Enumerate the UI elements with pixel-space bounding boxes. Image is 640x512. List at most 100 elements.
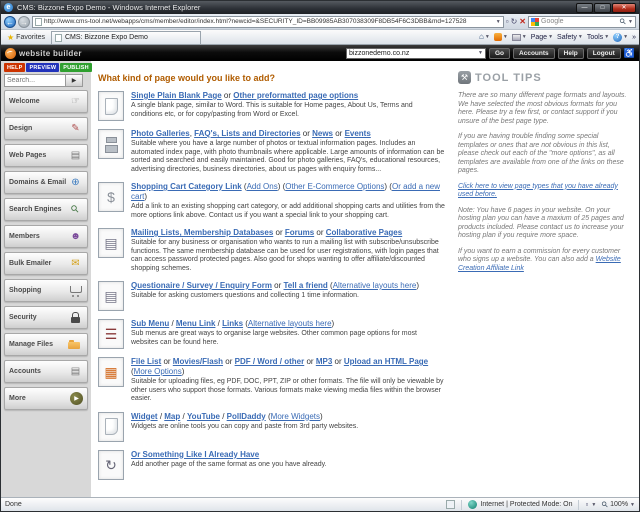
accounts-button[interactable]: Accounts: [513, 48, 555, 59]
zoom-control[interactable]: ⚲ 100% ▼: [602, 500, 635, 509]
favorites-button[interactable]: ★ Favorites: [4, 33, 48, 42]
close-button[interactable]: ✕: [612, 3, 636, 13]
publish-button[interactable]: PUBLISH: [60, 63, 92, 72]
file-grid-icon[interactable]: ▦: [98, 357, 124, 387]
page-option-link[interactable]: Other E-Commerce Options: [285, 182, 384, 191]
url-dropdown-icon[interactable]: ▼: [496, 19, 501, 25]
sidebar-item-manage-files[interactable]: Manage Files: [4, 333, 88, 356]
page-option-link[interactable]: Menu Link: [176, 319, 216, 328]
page-option-body: Mailing Lists, Membership Databases or F…: [131, 228, 446, 273]
page-option-body: File List or Movies/Flash or PDF / Word …: [131, 357, 446, 404]
mailing-papers-icon[interactable]: ▤: [98, 228, 124, 258]
page-option-link[interactable]: Alternative layouts here: [333, 281, 417, 290]
url-field[interactable]: http://www.cms-tool.net/webapps/cms/memb…: [32, 16, 504, 28]
page-option-link[interactable]: News: [312, 129, 333, 138]
blank-page-icon[interactable]: [98, 412, 124, 442]
page-option-link[interactable]: MP3: [316, 357, 332, 366]
tool-tips-icon: ⚒: [458, 71, 471, 84]
sidebar-item-accounts[interactable]: Accounts▤: [4, 360, 88, 383]
refresh-icon[interactable]: ↻: [511, 18, 518, 26]
page-option-link[interactable]: Events: [345, 129, 371, 138]
browser-tab[interactable]: CMS: Bizzone Expo Demo: [51, 31, 201, 44]
page-option-link[interactable]: YouTube: [187, 412, 220, 421]
stop-icon[interactable]: ✕: [519, 18, 526, 26]
page-option-link[interactable]: Add Ons: [247, 182, 278, 191]
page-option-link[interactable]: More Widgets: [271, 412, 320, 421]
search-box[interactable]: Google ⚲ ▼: [528, 16, 636, 28]
page-option: Single Plain Blank Page or Other preform…: [98, 91, 446, 121]
used-page-types-link[interactable]: Click here to view page types that you h…: [458, 183, 618, 199]
page-option-link[interactable]: More Options: [134, 367, 182, 376]
accessibility-icon[interactable]: ♿: [624, 49, 635, 58]
feeds-button[interactable]: ▼: [494, 33, 508, 41]
submenu-icon[interactable]: ☰: [98, 319, 124, 349]
page-option-body: Single Plain Blank Page or Other preform…: [131, 91, 446, 121]
photo-thumbnails-icon[interactable]: [98, 129, 124, 159]
compatibility-view-icon[interactable]: ▫: [506, 18, 509, 26]
forward-button[interactable]: →: [18, 16, 30, 28]
tools-menu[interactable]: Tools▼: [587, 34, 609, 41]
sidebar-item-domains-email[interactable]: Domains & Email⊕: [4, 171, 88, 194]
back-button[interactable]: ←: [4, 16, 16, 28]
search-icon[interactable]: ⚲: [618, 16, 629, 27]
sidebar-item-design[interactable]: Design✎: [4, 117, 88, 140]
dollar-icon[interactable]: $: [98, 182, 124, 212]
page-option-link[interactable]: File List: [131, 357, 161, 366]
safety-menu[interactable]: Safety▼: [557, 34, 583, 41]
page-option-link[interactable]: Alternative layouts here: [248, 319, 332, 328]
go-button[interactable]: Go: [489, 48, 510, 59]
blank-page-icon[interactable]: [98, 91, 124, 121]
page-option-link[interactable]: Collaborative Pages: [326, 228, 402, 237]
page-option-link[interactable]: Tell a friend: [284, 281, 328, 290]
page-option-body: Shopping Cart Category Link (Add Ons) (O…: [131, 182, 446, 220]
sidebar-item-members[interactable]: Members☻: [4, 225, 88, 248]
page-option-link[interactable]: Forums: [285, 228, 314, 237]
preview-button[interactable]: PREVIEW: [26, 63, 59, 72]
home-button[interactable]: ⌂▼: [479, 33, 490, 41]
page-option-link[interactable]: Links: [222, 319, 243, 328]
help-button[interactable]: Help: [558, 48, 584, 59]
page-option-link[interactable]: Shopping Cart Category Link: [131, 182, 242, 191]
page-option-title: File List or Movies/Flash or PDF / Word …: [131, 357, 446, 377]
sidebar-item-security[interactable]: Security: [4, 306, 88, 329]
page-option-desc: Add another page of the same format as o…: [131, 461, 446, 470]
search-go-button[interactable]: ▶: [66, 74, 83, 87]
page-option-link[interactable]: Movies/Flash: [173, 357, 223, 366]
minimize-button[interactable]: —: [576, 3, 593, 13]
page-option-link[interactable]: PDF / Word / other: [235, 357, 305, 366]
compatibility-status[interactable]: ▫▼: [585, 501, 596, 509]
page-option-link[interactable]: Other preformatted page options: [233, 91, 358, 100]
help-button[interactable]: HELP: [4, 63, 25, 72]
page-option-link[interactable]: Single Plain Blank Page: [131, 91, 222, 100]
sidebar-item-web-pages[interactable]: Web Pages▤: [4, 144, 88, 167]
help-menu[interactable]: ?▼: [613, 33, 628, 42]
command-overflow[interactable]: »: [632, 34, 636, 41]
page-option-link[interactable]: Map: [164, 412, 180, 421]
page-option-link[interactable]: Questionaire / Survey / Enquiry Form: [131, 281, 272, 290]
page-option-link[interactable]: Widget: [131, 412, 158, 421]
sidebar-item-more[interactable]: More▶: [4, 387, 88, 410]
domain-select[interactable]: bizzonedemo.co.nz ▼: [346, 48, 486, 59]
feeds-icon: [494, 33, 502, 41]
page-option-link[interactable]: Or Something Like I Already Have: [131, 450, 259, 459]
page-option-link[interactable]: FAQ's, Lists and Directories: [194, 129, 300, 138]
logout-button[interactable]: Logout: [587, 48, 621, 59]
sidebar-item-shopping[interactable]: Shopping: [4, 279, 88, 302]
form-icon[interactable]: ▤: [98, 281, 124, 311]
url-text: http://www.cms-tool.net/webapps/cms/memb…: [44, 18, 494, 25]
page-option-link[interactable]: Photo Galleries: [131, 129, 190, 138]
page-menu[interactable]: Page▼: [531, 34, 553, 41]
zone-text: Internet | Protected Mode: On: [480, 501, 572, 508]
maximize-button[interactable]: □: [594, 3, 611, 13]
search-dropdown-icon[interactable]: ▼: [628, 19, 633, 25]
page-option-link[interactable]: Sub Menu: [131, 319, 169, 328]
page-option-link[interactable]: Upload an HTML Page: [344, 357, 428, 366]
page-option-link[interactable]: PollDaddy: [227, 412, 266, 421]
sidebar-item-search-engines[interactable]: Search Engines⚲: [4, 198, 88, 221]
sidebar-item-bulk-emailer[interactable]: Bulk Emailer✉: [4, 252, 88, 275]
recycle-page-icon[interactable]: ↻: [98, 450, 124, 480]
sidebar-item-welcome[interactable]: Welcome☞: [4, 90, 88, 113]
search-input[interactable]: [4, 74, 66, 87]
print-button[interactable]: ▼: [512, 34, 527, 41]
page-option-link[interactable]: Mailing Lists, Membership Databases: [131, 228, 273, 237]
